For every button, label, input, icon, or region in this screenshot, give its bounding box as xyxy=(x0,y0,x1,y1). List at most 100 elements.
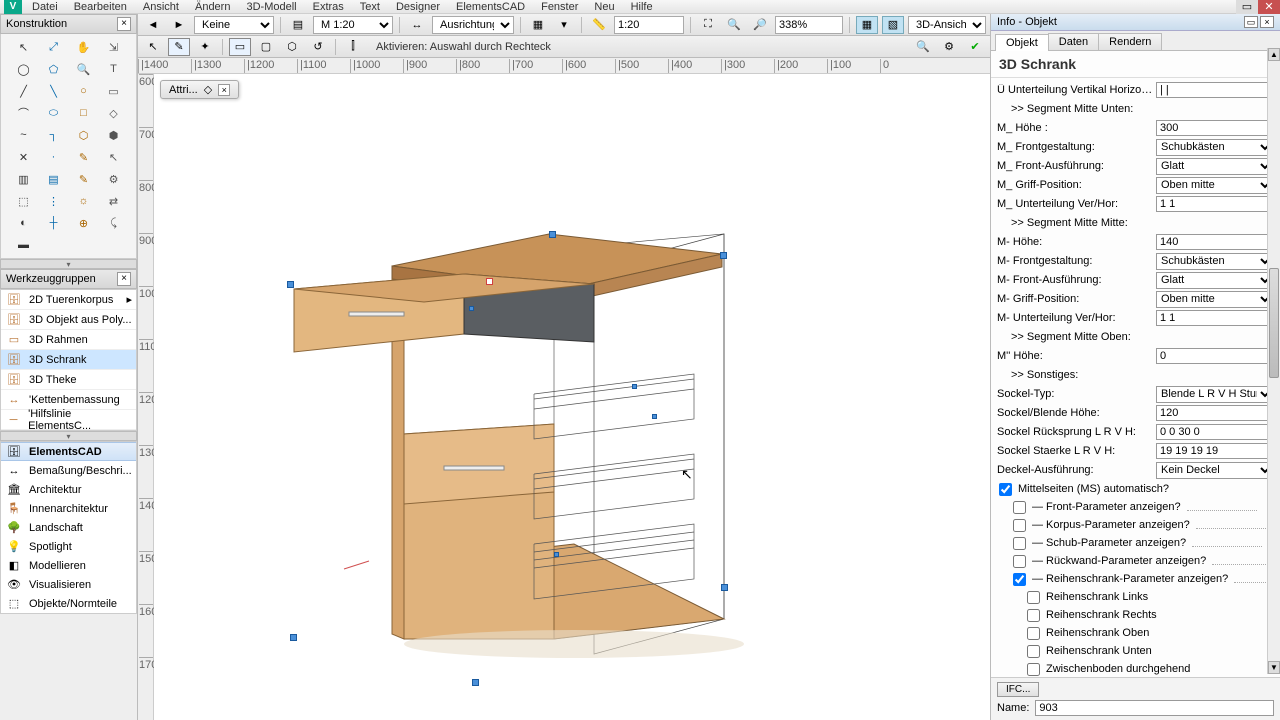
selection-handle[interactable] xyxy=(652,414,657,419)
tool-icon[interactable]: ╱ xyxy=(10,81,38,101)
tool-icon[interactable]: ⬚ xyxy=(10,191,38,211)
menu-item[interactable]: Fenster xyxy=(533,1,586,13)
prop-input[interactable] xyxy=(1156,405,1274,421)
drawing-canvas[interactable]: Attri... ◇ × xyxy=(154,74,990,720)
tool-icon[interactable]: ~ xyxy=(10,125,38,145)
prop-input[interactable] xyxy=(1156,443,1274,459)
tool-icon[interactable]: ⬠ xyxy=(40,59,68,79)
category-item[interactable]: 🪑Innenarchitektur xyxy=(1,499,136,518)
layers-icon[interactable]: ▤ xyxy=(287,16,309,34)
gear-icon[interactable]: ⚙ xyxy=(938,38,960,56)
tool-icon[interactable]: · xyxy=(40,147,68,167)
tool-icon[interactable]: ⊕ xyxy=(70,213,98,233)
window-maximize[interactable]: ▭ xyxy=(1236,0,1258,14)
checkbox[interactable] xyxy=(999,483,1012,496)
views-menu-icon[interactable]: ▾ xyxy=(553,16,575,34)
tool-icon[interactable]: 🔍 xyxy=(70,59,98,79)
zoom-input[interactable] xyxy=(775,16,843,34)
category-item[interactable]: ↔Bemaßung/Beschri... xyxy=(1,461,136,480)
checkbox[interactable] xyxy=(1013,537,1026,550)
category-item[interactable]: 🗄ElementsCAD xyxy=(1,442,136,461)
category-item[interactable]: 🏛Architektur xyxy=(1,480,136,499)
prop-input[interactable] xyxy=(1156,348,1274,364)
selection-handle[interactable] xyxy=(486,278,493,285)
selection-handle[interactable] xyxy=(721,584,728,591)
selection-handle[interactable] xyxy=(469,306,474,311)
tool-icon[interactable]: ▤ xyxy=(40,169,68,189)
view-select[interactable]: 3D-Ansicht f… xyxy=(908,16,986,34)
tool-icon[interactable]: ○ xyxy=(70,81,98,101)
selection-handle[interactable] xyxy=(549,231,556,238)
alignment-select[interactable]: Ausrichtung… xyxy=(432,16,514,34)
prop-checkbox-row[interactable]: Reihenschrank Rechts xyxy=(997,606,1274,624)
prop-select[interactable]: Kein Deckel xyxy=(1156,462,1274,479)
tool-icon[interactable]: ☼ xyxy=(70,191,98,211)
collapse-icon[interactable]: ▭ xyxy=(1244,16,1258,28)
scroll-up-icon[interactable]: ▲ xyxy=(1268,48,1280,61)
checkbox[interactable] xyxy=(1013,519,1026,532)
prop-checkbox-row[interactable]: Zwischenboden durchgehend xyxy=(997,660,1274,677)
views-icon[interactable]: ▦ xyxy=(527,16,549,34)
menu-item[interactable]: Neu xyxy=(586,1,622,13)
category-item[interactable]: ◧Modellieren xyxy=(1,556,136,575)
category-item[interactable]: 👁Visualisieren xyxy=(1,575,136,594)
prop-input[interactable] xyxy=(1156,82,1274,98)
render2-icon[interactable]: ▧ xyxy=(882,16,904,34)
zoom-fit-icon[interactable]: ⛶ xyxy=(697,16,719,34)
tool-icon[interactable]: ⤢ xyxy=(40,37,68,57)
checkbox[interactable] xyxy=(1027,627,1040,640)
checkbox[interactable] xyxy=(1027,609,1040,622)
tab-rendern[interactable]: Rendern xyxy=(1098,33,1162,50)
tool-icon[interactable]: ⚙ xyxy=(100,169,128,189)
prop-input[interactable] xyxy=(1156,310,1274,326)
menu-item[interactable]: 3D-Modell xyxy=(238,1,304,13)
tool-icon[interactable]: ◯ xyxy=(10,59,38,79)
cursor-icon[interactable]: ↖ xyxy=(142,38,164,56)
ifc-button[interactable]: IFC... xyxy=(997,682,1039,697)
edge-icon[interactable]: ✎ xyxy=(168,38,190,56)
prop-checkbox-row[interactable]: Reihenschrank Oben xyxy=(997,624,1274,642)
prop-checkbox-row[interactable]: — Schub-Parameter anzeigen? xyxy=(997,534,1274,552)
prop-checkbox-row[interactable]: Reihenschrank Links xyxy=(997,588,1274,606)
selection-handle[interactable] xyxy=(287,281,294,288)
tool-icon[interactable]: ↖ xyxy=(100,147,128,167)
tool-icon[interactable]: ↖ xyxy=(10,37,38,57)
close-icon[interactable]: × xyxy=(1260,16,1274,28)
prop-input[interactable] xyxy=(1156,424,1274,440)
category-item[interactable]: ⬚Objekte/Normteile xyxy=(1,594,136,613)
tool-icon[interactable]: ⇲ xyxy=(100,37,128,57)
tool-icon[interactable]: ⋮ xyxy=(40,191,68,211)
checkbox[interactable] xyxy=(1027,591,1040,604)
menu-item[interactable]: ElementsCAD xyxy=(448,1,533,13)
menu-item[interactable]: Datei xyxy=(24,1,66,13)
toolgroup-item[interactable]: ─'Hilfslinie ElementsC... xyxy=(1,410,136,430)
selection-handle[interactable] xyxy=(632,384,637,389)
back-icon[interactable]: ◄ xyxy=(142,16,164,34)
zoom-in-icon[interactable]: 🔍 xyxy=(723,16,745,34)
tool-icon[interactable]: ▥ xyxy=(10,169,38,189)
toolgroup-item[interactable]: ▭3D Rahmen xyxy=(1,330,136,350)
prop-input[interactable] xyxy=(1156,120,1274,136)
selection-handle[interactable] xyxy=(290,634,297,641)
prop-select[interactable]: Oben mitte xyxy=(1156,291,1274,308)
prop-checkbox-row[interactable]: — Rückwand-Parameter anzeigen? xyxy=(997,552,1274,570)
scroll-down-icon[interactable]: ▼ xyxy=(1268,661,1280,674)
tool-icon[interactable]: ✕ xyxy=(10,147,38,167)
lasso-icon[interactable]: ⬡ xyxy=(281,38,303,56)
menu-item[interactable]: Bearbeiten xyxy=(66,1,135,13)
menu-item[interactable]: Text xyxy=(352,1,388,13)
tool-icon[interactable]: ▭ xyxy=(100,81,128,101)
dim-input[interactable] xyxy=(614,16,684,34)
tool-icon[interactable]: ┼ xyxy=(40,213,68,233)
prop-checkbox-row[interactable]: — Front-Parameter anzeigen? xyxy=(997,498,1274,516)
checkbox[interactable] xyxy=(1027,645,1040,658)
category-item[interactable]: 🌳Landschaft xyxy=(1,518,136,537)
toolgroup-item[interactable]: 🗄3D Objekt aus Poly... xyxy=(1,310,136,330)
tool-icon[interactable]: ⌒ xyxy=(10,103,38,123)
tool-icon[interactable]: ⇄ xyxy=(100,191,128,211)
close-icon[interactable]: × xyxy=(117,17,131,31)
category-item[interactable]: 💡Spotlight xyxy=(1,537,136,556)
tool-icon[interactable]: ◇ xyxy=(100,103,128,123)
prop-checkbox-row[interactable]: — Reihenschrank-Parameter anzeigen? xyxy=(997,570,1274,588)
face-icon[interactable]: ✦ xyxy=(194,38,216,56)
